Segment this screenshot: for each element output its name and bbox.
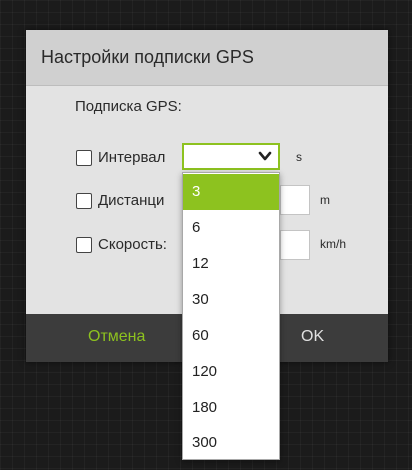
section-title: Подписка GPS: (75, 98, 182, 115)
dropdown-option-label: 12 (192, 255, 209, 272)
interval-label: Интервал (98, 149, 166, 166)
distance-checkbox[interactable] (76, 193, 92, 209)
dropdown-option[interactable]: 3 (183, 174, 279, 210)
speed-checkbox[interactable] (76, 237, 92, 253)
distance-input[interactable] (280, 185, 310, 215)
dropdown-option[interactable]: 60 (183, 318, 279, 354)
interval-unit: s (296, 150, 302, 164)
interval-dropdown-list: 3 6 12 30 60 120 180 300 (182, 172, 280, 460)
dropdown-option-label: 3 (192, 183, 201, 200)
interval-checkbox[interactable] (76, 150, 92, 166)
chevron-down-icon (258, 151, 272, 161)
speed-unit: km/h (320, 237, 347, 251)
dropdown-option[interactable]: 12 (183, 246, 279, 282)
ok-button[interactable]: OK (301, 328, 324, 346)
dropdown-option-label: 30 (192, 291, 209, 308)
dropdown-option[interactable]: 180 (183, 390, 279, 426)
distance-unit: m (320, 193, 330, 207)
dropdown-option[interactable]: 300 (183, 425, 279, 461)
dropdown-option-label: 120 (192, 363, 218, 380)
dropdown-option[interactable]: 120 (183, 354, 279, 390)
dropdown-option-label: 180 (192, 399, 218, 416)
speed-input[interactable] (280, 230, 310, 260)
dropdown-option-label: 60 (192, 327, 209, 344)
speed-label: Скорость: (98, 236, 167, 253)
dropdown-option-label: 300 (192, 434, 218, 451)
dropdown-option[interactable]: 6 (183, 210, 279, 246)
dialog-header: Настройки подписки GPS (26, 30, 388, 86)
dropdown-option-label: 6 (192, 219, 201, 236)
cancel-button[interactable]: Отмена (88, 328, 145, 346)
dropdown-option[interactable]: 30 (183, 282, 279, 318)
dialog-title: Настройки подписки GPS (41, 47, 254, 67)
interval-select[interactable] (182, 143, 280, 170)
distance-label: Дистанци (98, 192, 165, 209)
